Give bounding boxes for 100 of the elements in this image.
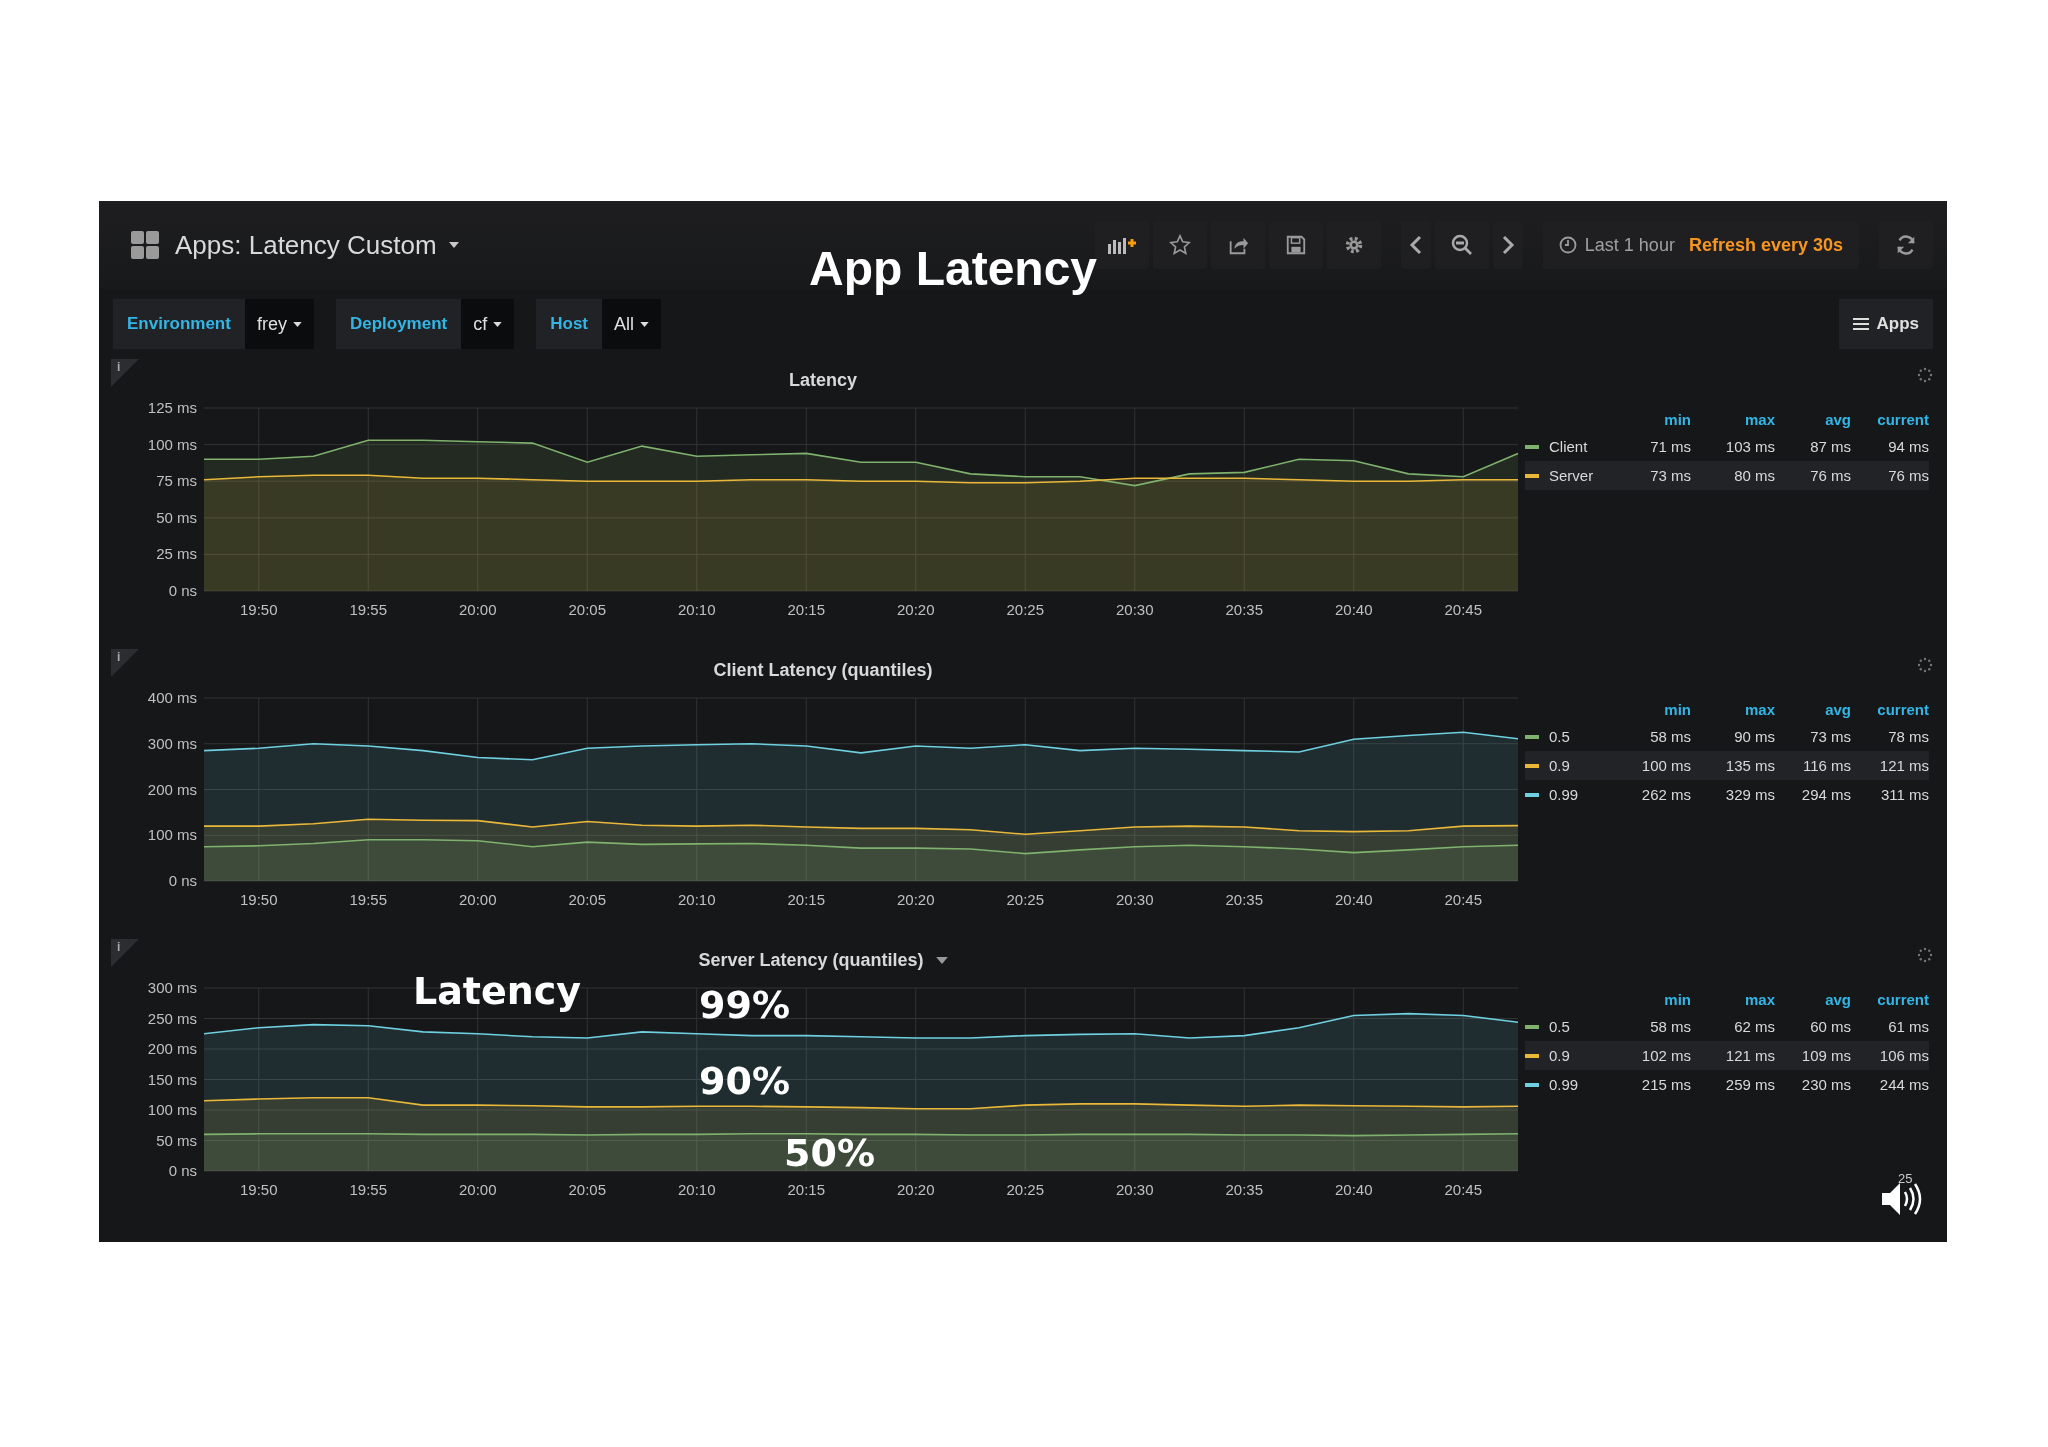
axis-label: 20:30: [1116, 601, 1154, 618]
series-name: 0.5: [1548, 1018, 1571, 1035]
axis-label: 200 ms: [147, 1040, 197, 1057]
legend-value: 80 ms: [1733, 467, 1775, 484]
axis-label: 20:35: [1225, 891, 1263, 908]
axis-label: 0 ns: [168, 582, 197, 599]
axis-label: 0 ns: [168, 1162, 197, 1179]
axis-label: 50 ms: [156, 508, 197, 526]
axis-label: 20:35: [1225, 601, 1263, 618]
legend-value: 230 ms: [1800, 1076, 1851, 1093]
zoom-out-icon: [1449, 233, 1474, 257]
legend-value: 244 ms: [1878, 1076, 1929, 1093]
legend-value: 262 ms: [1640, 786, 1691, 803]
series-name: 0.99: [1548, 786, 1580, 803]
legend-value: 60 ms: [1809, 1018, 1851, 1035]
legend-value: 76 ms: [1809, 467, 1851, 484]
axis-label: 250 ms: [147, 1009, 197, 1027]
panel-title[interactable]: Latency: [789, 369, 857, 391]
slide-number: 25: [1898, 1171, 1913, 1186]
series-name: 0.9: [1548, 1047, 1571, 1064]
legend-row[interactable]: 0.9 102 ms 121 ms 109 ms 106 ms: [1525, 1041, 1929, 1070]
series-name: Client: [1548, 438, 1589, 455]
legend-value: 94 ms: [1887, 438, 1929, 455]
overlay-label: 90%: [699, 1059, 790, 1103]
variable-label: Deployment: [335, 299, 462, 349]
legend-row[interactable]: 0.99 262 ms 329 ms 294 ms 311 ms: [1525, 780, 1929, 809]
series-name: Server: [1548, 467, 1595, 484]
axis-label: 19:50: [240, 891, 278, 908]
info-corner[interactable]: i: [111, 649, 139, 677]
legend-header[interactable]: avg: [1775, 407, 1851, 432]
variable-dropdown[interactable]: All: [602, 299, 662, 349]
axis-label: 300 ms: [147, 734, 197, 752]
legend-value: 71 ms: [1649, 438, 1691, 455]
legend-value: 76 ms: [1887, 467, 1929, 484]
axis-label: 19:55: [349, 891, 387, 908]
legend-row[interactable]: 0.5 58 ms 90 ms 73 ms 78 ms: [1525, 722, 1929, 751]
legend-header[interactable]: current: [1851, 407, 1929, 432]
caret-icon[interactable]: [935, 956, 948, 964]
legend-value: 294 ms: [1800, 786, 1851, 803]
legend-header[interactable]: avg: [1775, 697, 1851, 722]
legend-row[interactable]: Client 71 ms 103 ms 87 ms 94 ms: [1525, 432, 1929, 461]
series-name: 0.5: [1548, 728, 1571, 745]
legend-row[interactable]: 0.9 100 ms 135 ms 116 ms 121 ms: [1525, 751, 1929, 780]
legend-header[interactable]: max: [1691, 987, 1775, 1012]
legend-value: 102 ms: [1640, 1047, 1691, 1064]
overlay-label: 50%: [784, 1131, 875, 1175]
legend-value: 135 ms: [1724, 757, 1775, 774]
axis-label: 19:55: [349, 601, 387, 618]
axis-label: 20:45: [1444, 891, 1482, 908]
axis-label: 19:50: [240, 1181, 278, 1198]
axis-label: 125 ms: [147, 399, 197, 416]
legend-value: 259 ms: [1724, 1076, 1775, 1093]
axis-label: 20:40: [1335, 1181, 1373, 1198]
legend-value: 58 ms: [1649, 1018, 1691, 1035]
axis-label: 100 ms: [147, 1101, 197, 1118]
variable-dropdown[interactable]: cf: [461, 299, 515, 349]
legend-header[interactable]: max: [1691, 697, 1775, 722]
legend-header[interactable]: current: [1851, 697, 1929, 722]
legend-value: 109 ms: [1800, 1047, 1851, 1064]
axis-label: 20:10: [678, 601, 716, 618]
legend-header[interactable]: min: [1607, 697, 1691, 722]
variable-dropdown[interactable]: frey: [244, 299, 314, 349]
axis-label: 20:45: [1444, 1181, 1482, 1198]
legend-row[interactable]: 0.5 58 ms 62 ms 60 ms 61 ms: [1525, 1012, 1929, 1041]
axis-label: 20:30: [1116, 1181, 1154, 1198]
legend-value: 62 ms: [1733, 1018, 1775, 1035]
axis-label: 200 ms: [147, 780, 197, 798]
info-corner[interactable]: i: [111, 939, 139, 967]
legend-row[interactable]: 0.99 215 ms 259 ms 230 ms 244 ms: [1525, 1070, 1929, 1099]
legend-row[interactable]: Server 73 ms 80 ms 76 ms 76 ms: [1525, 461, 1929, 490]
axis-label: 100 ms: [147, 435, 197, 453]
star-icon: [1168, 234, 1191, 256]
axis-label: 300 ms: [147, 979, 197, 996]
legend-value: 78 ms: [1887, 728, 1929, 745]
legend-header[interactable]: avg: [1775, 987, 1851, 1012]
series-name: 0.99: [1548, 1076, 1580, 1093]
grid-icon: [131, 231, 159, 259]
axis-label: 0 ns: [168, 872, 197, 889]
dashboard-title[interactable]: Apps: Latency Custom: [175, 229, 437, 261]
legend-value: 73 ms: [1649, 467, 1691, 484]
legend-header[interactable]: current: [1851, 987, 1929, 1012]
legend-header[interactable]: min: [1607, 407, 1691, 432]
panel-title[interactable]: Server Latency (quantiles): [698, 949, 924, 971]
panel-title[interactable]: Client Latency (quantiles): [713, 659, 933, 681]
refresh-icon: [1895, 234, 1917, 256]
menu-icon: [1852, 317, 1869, 331]
axis-label: 20:40: [1335, 601, 1373, 618]
axis-label: 400 ms: [147, 689, 197, 706]
info-corner[interactable]: i: [111, 359, 139, 387]
axis-label: 20:35: [1225, 1181, 1263, 1198]
axis-label: 20:10: [678, 891, 716, 908]
axis-label: 20:40: [1335, 891, 1373, 908]
legend-header[interactable]: max: [1691, 407, 1775, 432]
variable-label: Host: [536, 299, 602, 349]
apps-button[interactable]: Apps: [1838, 299, 1933, 349]
legend-header[interactable]: min: [1607, 987, 1691, 1012]
legend-value: 73 ms: [1809, 728, 1851, 745]
caret-icon: [493, 321, 503, 327]
axis-label: 19:55: [349, 1181, 387, 1198]
chevron-left-icon: [1408, 235, 1423, 255]
